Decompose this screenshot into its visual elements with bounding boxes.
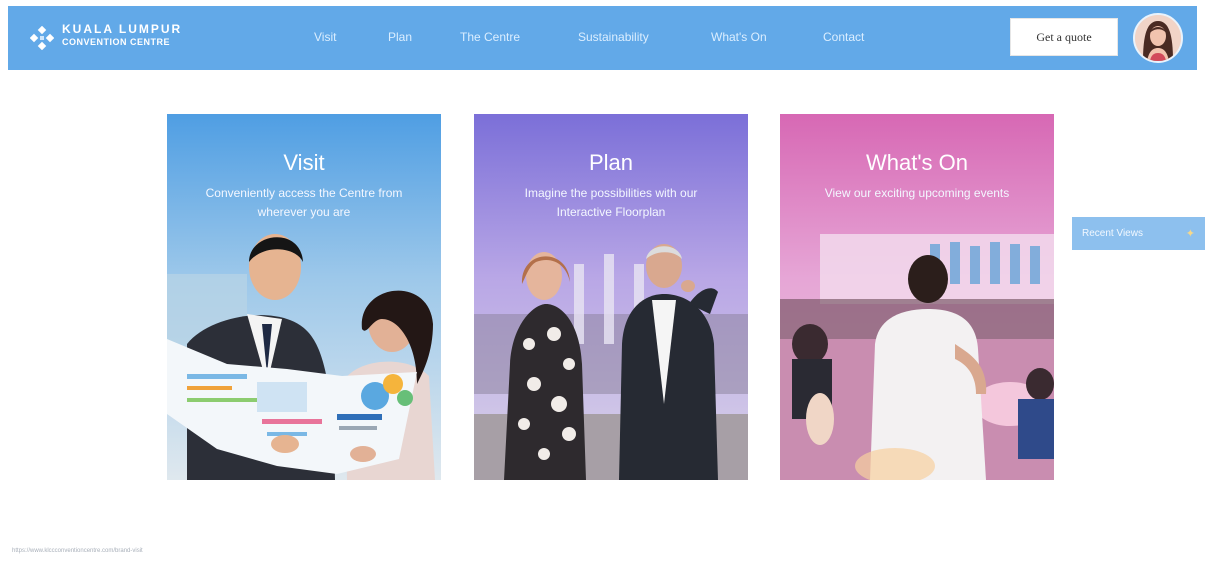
star-icon: ✦ [1185,228,1195,240]
get-a-quote-button[interactable]: Get a quote [1010,18,1118,56]
plan-card[interactable]: Plan Imagine the possibilities with our … [474,114,748,480]
whats-on-card[interactable]: What's On View our exciting upcoming eve… [780,114,1054,480]
status-bar-url: https://www.klccconventioncentre.com/bra… [12,548,143,554]
visit-card-subtitle: Conveniently access the Centre from wher… [205,186,403,219]
user-avatar[interactable] [1133,13,1183,63]
nav-contact[interactable]: Contact [823,30,864,44]
nav-plan[interactable]: Plan [388,30,412,44]
recent-views-label: Recent Views [1082,228,1143,239]
top-navigation-bar: KUALA LUMPUR CONVENTION CENTRE Visit Pla… [8,6,1197,70]
logo-text-primary: KUALA LUMPUR [62,22,183,36]
nav-sustainability[interactable]: Sustainability [578,30,649,44]
klcc-logo[interactable]: KUALA LUMPUR CONVENTION CENTRE [30,22,210,52]
plan-card-subtitle: Imagine the possibilities with our Inter… [524,186,698,219]
logo-mark-icon [30,26,54,50]
logo-text-secondary: CONVENTION CENTRE [62,37,171,47]
nav-whats-on[interactable]: What's On [711,30,767,44]
person-portrait-icon [1135,15,1181,61]
whats-on-card-title: What's On [865,150,968,175]
plan-card-title: Plan [588,150,634,175]
nav-the-centre[interactable]: The Centre [460,30,520,44]
visit-card[interactable]: Visit Conveniently access the Centre fro… [167,114,441,480]
whats-on-card-subtitle: View our exciting upcoming events [824,186,1010,200]
recent-views-tab[interactable]: Recent Views ✦ [1072,217,1205,250]
nav-visit[interactable]: Visit [314,30,336,44]
visit-card-title: Visit [283,150,325,175]
